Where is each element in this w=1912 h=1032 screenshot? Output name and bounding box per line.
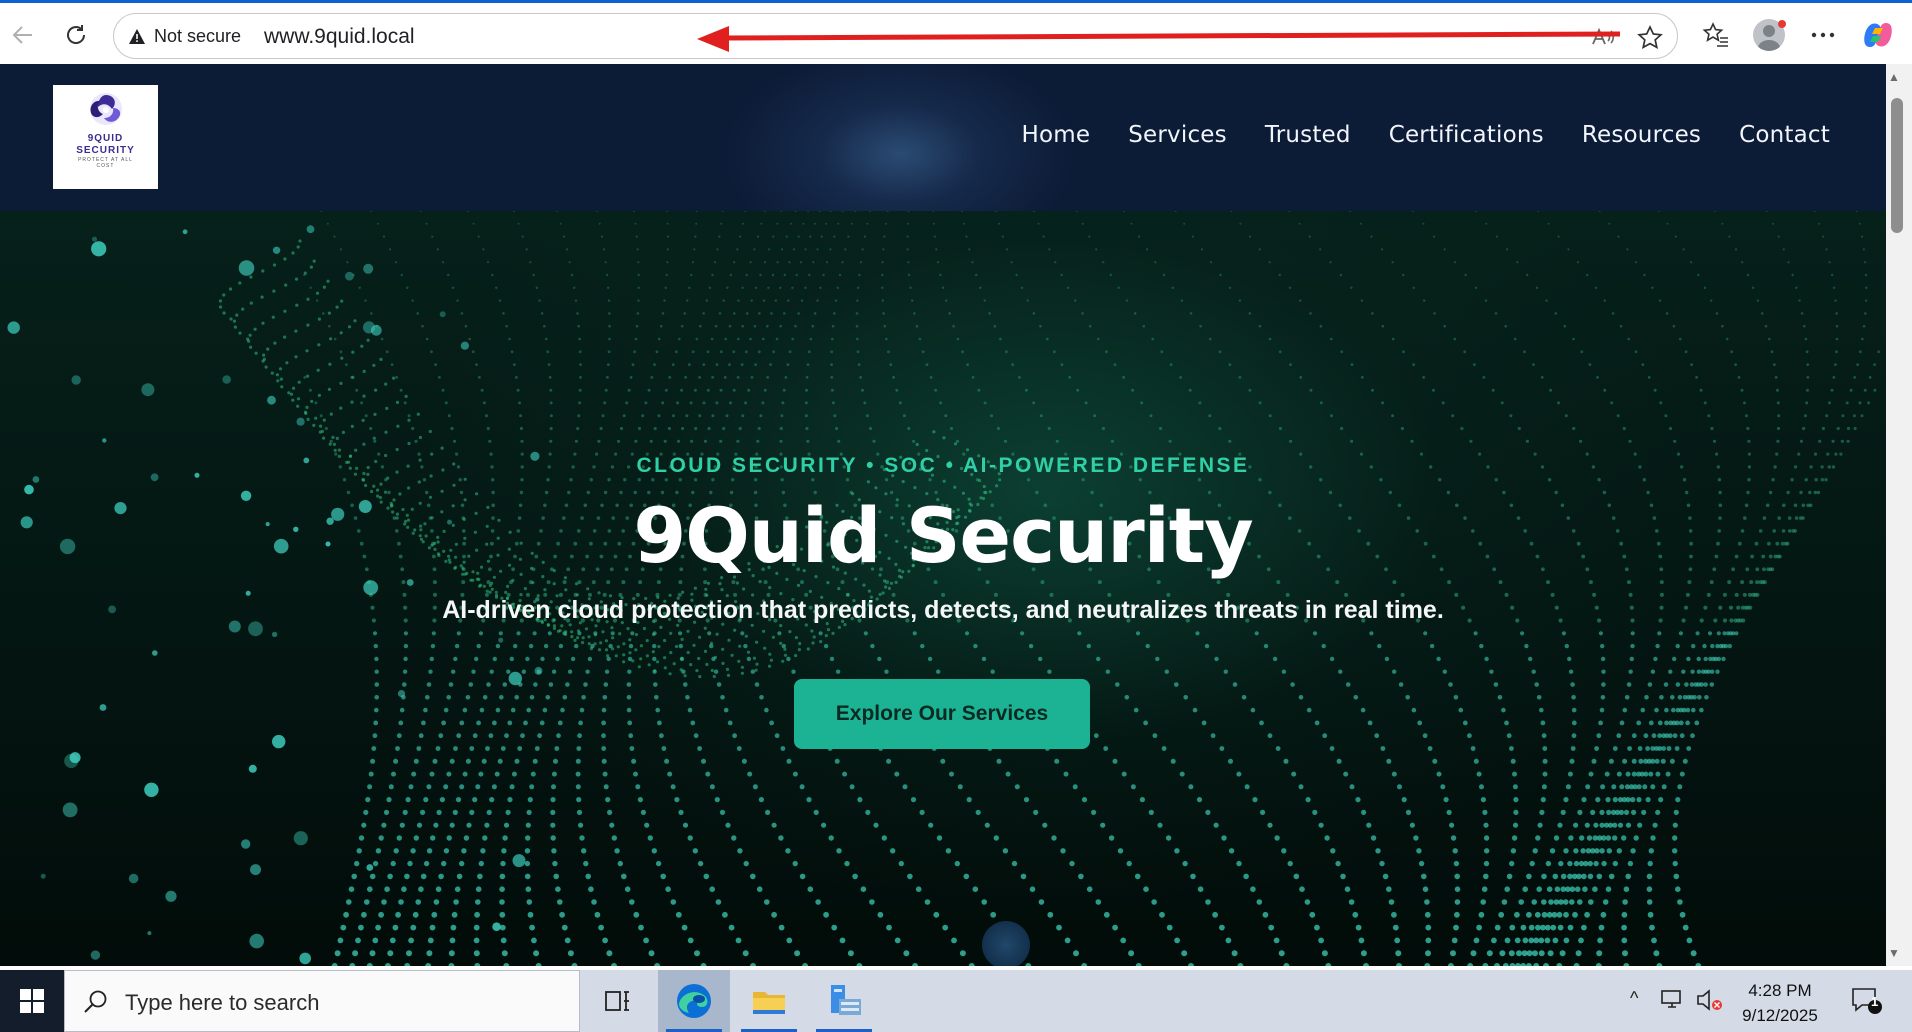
taskbar-file-explorer[interactable] <box>733 970 805 1032</box>
favorite-star-button[interactable] <box>1634 22 1666 52</box>
profile-notification-dot <box>1778 20 1786 28</box>
taskbar-edge[interactable] <box>658 970 730 1032</box>
edge-icon <box>677 984 711 1018</box>
nav-resources[interactable]: Resources <box>1582 122 1701 148</box>
network-icon <box>1661 990 1681 1008</box>
hero-section: CLOUD SECURITY • SOC • AI-POWERED DEFENS… <box>0 211 1886 966</box>
taskbar-clock[interactable]: 4:28 PM 9/12/2025 <box>1720 978 1840 1028</box>
site-header: 9QUID SECURITY PROTECT AT ALL COST Home … <box>0 64 1886 211</box>
notification-count: 1 <box>1871 994 1879 1009</box>
page-viewport: 9QUID SECURITY PROTECT AT ALL COST Home … <box>0 64 1886 966</box>
folder-icon <box>753 992 785 1014</box>
particle-wave-background <box>7 211 1881 966</box>
clock-time: 4:28 PM <box>1748 981 1812 1000</box>
task-view-button[interactable] <box>582 970 654 1032</box>
refresh-icon <box>67 25 86 44</box>
main-nav: Home Services Trusted Certifications Res… <box>1022 122 1831 148</box>
network-tray-button[interactable] <box>1660 988 1686 1015</box>
nav-certifications[interactable]: Certifications <box>1389 122 1544 148</box>
favorites-button[interactable] <box>1696 15 1736 55</box>
nav-services[interactable]: Services <box>1128 122 1227 148</box>
more-dots-icon <box>1811 32 1835 38</box>
hero-title: 9Quid Security <box>633 491 1253 580</box>
scrollbar-thumb[interactable] <box>1891 98 1903 233</box>
logo-tagline: PROTECT AT ALL COST <box>78 157 133 169</box>
search-placeholder: Type here to search <box>125 990 320 1015</box>
clock-date: 9/12/2025 <box>1742 1006 1818 1025</box>
site-security-indicator[interactable]: Not secure <box>128 26 241 47</box>
scroll-up-arrow[interactable]: ▲ <box>1888 70 1900 84</box>
not-secure-label: Not secure <box>154 26 242 46</box>
browser-toolbar: Not secure www.9quid.local <box>0 3 1912 64</box>
explore-services-button[interactable]: Explore Our Services <box>794 679 1090 749</box>
site-logo[interactable]: 9QUID SECURITY PROTECT AT ALL COST <box>53 85 158 189</box>
back-button[interactable] <box>3 15 43 55</box>
settings-more-button[interactable] <box>1803 15 1843 55</box>
taskbar-server-manager[interactable] <box>808 970 880 1032</box>
nav-trusted[interactable]: Trusted <box>1265 122 1351 148</box>
task-view-icon <box>605 991 629 1011</box>
hero-kicker: CLOUD SECURITY • SOC • AI-POWERED DEFENS… <box>636 454 1250 477</box>
swirl-logo-icon <box>89 93 122 125</box>
annotation-red-arrow <box>697 26 1621 52</box>
copilot-icon <box>1864 23 1892 47</box>
hero-subtitle: AI-driven cloud protection that predicts… <box>442 596 1444 624</box>
server-manager-icon <box>831 985 861 1015</box>
warning-icon <box>129 29 145 44</box>
logo-name-line1: 9QUID <box>87 133 124 144</box>
notification-center-button[interactable]: 1 <box>1850 986 1884 1021</box>
start-button[interactable] <box>0 970 64 1032</box>
copilot-button[interactable] <box>1858 15 1898 55</box>
show-hidden-icons-button[interactable]: ^ <box>1630 988 1638 1009</box>
notification-icon <box>1852 988 1882 1014</box>
scroll-indicator[interactable] <box>982 921 1030 966</box>
star-icon <box>1637 24 1663 49</box>
nav-contact[interactable]: Contact <box>1739 122 1830 148</box>
search-icon <box>84 990 107 1013</box>
back-arrow-icon <box>12 26 32 44</box>
windows-logo-icon <box>20 989 44 1013</box>
logo-name-line2: SECURITY <box>76 145 135 156</box>
favorites-list-icon <box>1702 22 1728 47</box>
taskbar-search-box[interactable]: Type here to search <box>64 970 580 1032</box>
nav-home[interactable]: Home <box>1022 122 1091 148</box>
url-text[interactable]: www.9quid.local <box>264 25 415 49</box>
scroll-down-arrow[interactable]: ▼ <box>1888 946 1900 960</box>
refresh-button[interactable] <box>56 15 96 55</box>
